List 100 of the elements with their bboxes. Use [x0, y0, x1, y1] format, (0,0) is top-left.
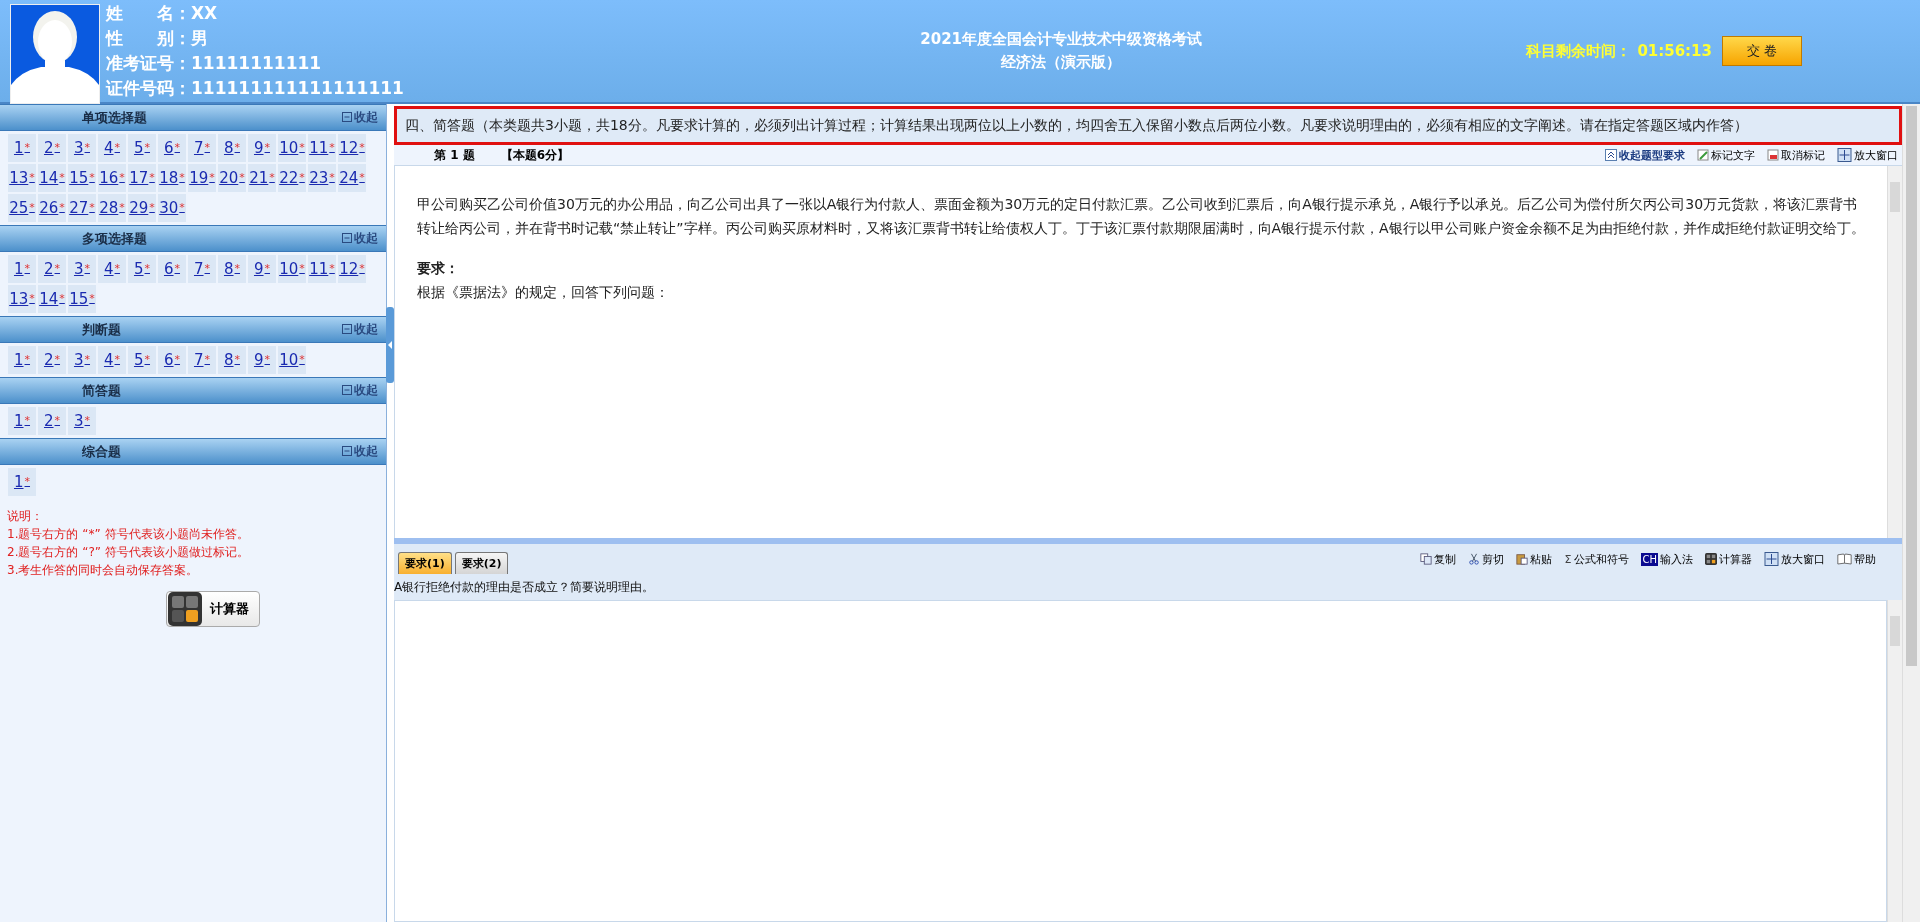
- question-link[interactable]: 3*: [68, 134, 96, 162]
- page-scrollbar[interactable]: [1902, 104, 1920, 922]
- question-link[interactable]: 5*: [128, 346, 156, 374]
- question-link[interactable]: 15*: [68, 164, 96, 192]
- scissors-icon: [1467, 553, 1480, 565]
- question-link[interactable]: 8*: [218, 134, 246, 162]
- question-link[interactable]: 28*: [98, 194, 126, 222]
- question-link[interactable]: 21*: [248, 164, 276, 192]
- toolbar-button[interactable]: Σ 公式和符号: [1563, 551, 1630, 567]
- question-link[interactable]: 22*: [278, 164, 306, 192]
- toolbar-button[interactable]: 粘贴: [1515, 551, 1552, 567]
- section-title: 多项选择题: [82, 229, 148, 248]
- question-link[interactable]: 14*: [38, 164, 66, 192]
- question-link[interactable]: 9*: [248, 346, 276, 374]
- question-link[interactable]: 27*: [68, 194, 96, 222]
- question-link[interactable]: 10*: [278, 134, 306, 162]
- collapse-icon: [342, 112, 352, 122]
- field-label: 性 别：: [106, 28, 191, 48]
- question-link[interactable]: 11*: [308, 134, 336, 162]
- question-link[interactable]: 1*: [8, 346, 36, 374]
- question-link[interactable]: 19*: [188, 164, 216, 192]
- question-link[interactable]: 7*: [188, 346, 216, 374]
- scrollbar[interactable]: [1887, 600, 1902, 922]
- question-link[interactable]: 26*: [38, 194, 66, 222]
- question-link[interactable]: 4*: [98, 134, 126, 162]
- question-link[interactable]: 8*: [218, 346, 246, 374]
- question-link[interactable]: 13*: [8, 285, 36, 313]
- question-link[interactable]: 7*: [188, 134, 216, 162]
- question-link[interactable]: 6*: [158, 134, 186, 162]
- toolbar-button[interactable]: 复制: [1419, 551, 1456, 567]
- question-link[interactable]: 1*: [8, 468, 36, 496]
- question-link[interactable]: 4*: [98, 346, 126, 374]
- question-link[interactable]: 16*: [98, 164, 126, 192]
- question-link[interactable]: 1*: [8, 407, 36, 435]
- question-link[interactable]: 10*: [278, 346, 306, 374]
- question-link[interactable]: 14*: [38, 285, 66, 313]
- question-link[interactable]: 1*: [8, 255, 36, 283]
- question-link[interactable]: 9*: [248, 255, 276, 283]
- question-number: 第 1 题: [434, 146, 475, 164]
- question-link[interactable]: 15*: [68, 285, 96, 313]
- question-link[interactable]: 13*: [8, 164, 36, 192]
- question-link[interactable]: 30*: [158, 194, 186, 222]
- collapse-link[interactable]: 收起: [342, 230, 378, 247]
- question-link[interactable]: 18*: [158, 164, 186, 192]
- toolbar-button[interactable]: 放大窗口: [1837, 147, 1898, 163]
- requirement-tab[interactable]: 要求(1): [398, 552, 452, 574]
- question-link[interactable]: 7*: [188, 255, 216, 283]
- collapse-link[interactable]: 收起: [342, 321, 378, 338]
- question-link[interactable]: 6*: [158, 346, 186, 374]
- eraser-icon: [1767, 149, 1779, 161]
- question-link[interactable]: 12*: [338, 255, 366, 283]
- question-link[interactable]: 17*: [128, 164, 156, 192]
- question-link[interactable]: 1*: [8, 134, 36, 162]
- question-link[interactable]: 12*: [338, 134, 366, 162]
- question-link[interactable]: 3*: [68, 255, 96, 283]
- toolbar-button[interactable]: 放大窗口: [1764, 551, 1825, 567]
- note-text: 2.题号右方的 “?” 符号代表该小题做过标记。: [7, 544, 250, 561]
- question-link[interactable]: 20*: [218, 164, 246, 192]
- toolbar-button[interactable]: 帮助: [1837, 551, 1876, 567]
- toolbar-button[interactable]: 取消标记: [1767, 147, 1825, 163]
- question-link[interactable]: 3*: [68, 407, 96, 435]
- question-link[interactable]: 2*: [38, 346, 66, 374]
- collapse-link[interactable]: 收起: [342, 443, 378, 460]
- question-link[interactable]: 9*: [248, 134, 276, 162]
- calculator-button[interactable]: 计算器: [166, 591, 260, 627]
- sigma-icon: Σ: [1563, 552, 1573, 566]
- requirement-tab[interactable]: 要求(2): [454, 552, 509, 574]
- question-link[interactable]: 10*: [278, 255, 306, 283]
- question-link[interactable]: 2*: [38, 255, 66, 283]
- scrollbar[interactable]: [1887, 166, 1902, 538]
- field-label: 证件号码：: [106, 78, 191, 98]
- toolbar-button[interactable]: 收起题型要求: [1605, 147, 1685, 163]
- answer-field[interactable]: [394, 600, 1887, 922]
- question-link[interactable]: 29*: [128, 194, 156, 222]
- calculator-icon: [1705, 553, 1717, 565]
- collapse-handle-icon[interactable]: [386, 307, 394, 383]
- toolbar-button[interactable]: CH 输入法: [1641, 551, 1693, 567]
- question-link[interactable]: 2*: [38, 407, 66, 435]
- keyboard-icon: CH: [1641, 552, 1658, 566]
- submit-button[interactable]: 交 卷: [1722, 36, 1802, 66]
- question-link[interactable]: 3*: [68, 346, 96, 374]
- question-link[interactable]: 24*: [338, 164, 366, 192]
- question-link[interactable]: 5*: [128, 134, 156, 162]
- window-icon: [1764, 552, 1779, 566]
- question-link[interactable]: 6*: [158, 255, 186, 283]
- question-link[interactable]: 25*: [8, 194, 36, 222]
- toolbar-button[interactable]: 标记文字: [1697, 147, 1755, 163]
- toolbar-button[interactable]: 计算器: [1705, 551, 1752, 567]
- collapse-link[interactable]: 收起: [342, 382, 378, 399]
- question-link[interactable]: 8*: [218, 255, 246, 283]
- collapse-icon: [342, 446, 352, 456]
- question-link[interactable]: 5*: [128, 255, 156, 283]
- question-link[interactable]: 4*: [98, 255, 126, 283]
- question-link[interactable]: 23*: [308, 164, 336, 192]
- question-link[interactable]: 11*: [308, 255, 336, 283]
- collapse-link[interactable]: 收起: [342, 109, 378, 126]
- question-link[interactable]: 2*: [38, 134, 66, 162]
- collapse-icon: [342, 233, 352, 243]
- field-label: 姓 名：: [106, 3, 191, 23]
- toolbar-button[interactable]: 剪切: [1467, 551, 1504, 567]
